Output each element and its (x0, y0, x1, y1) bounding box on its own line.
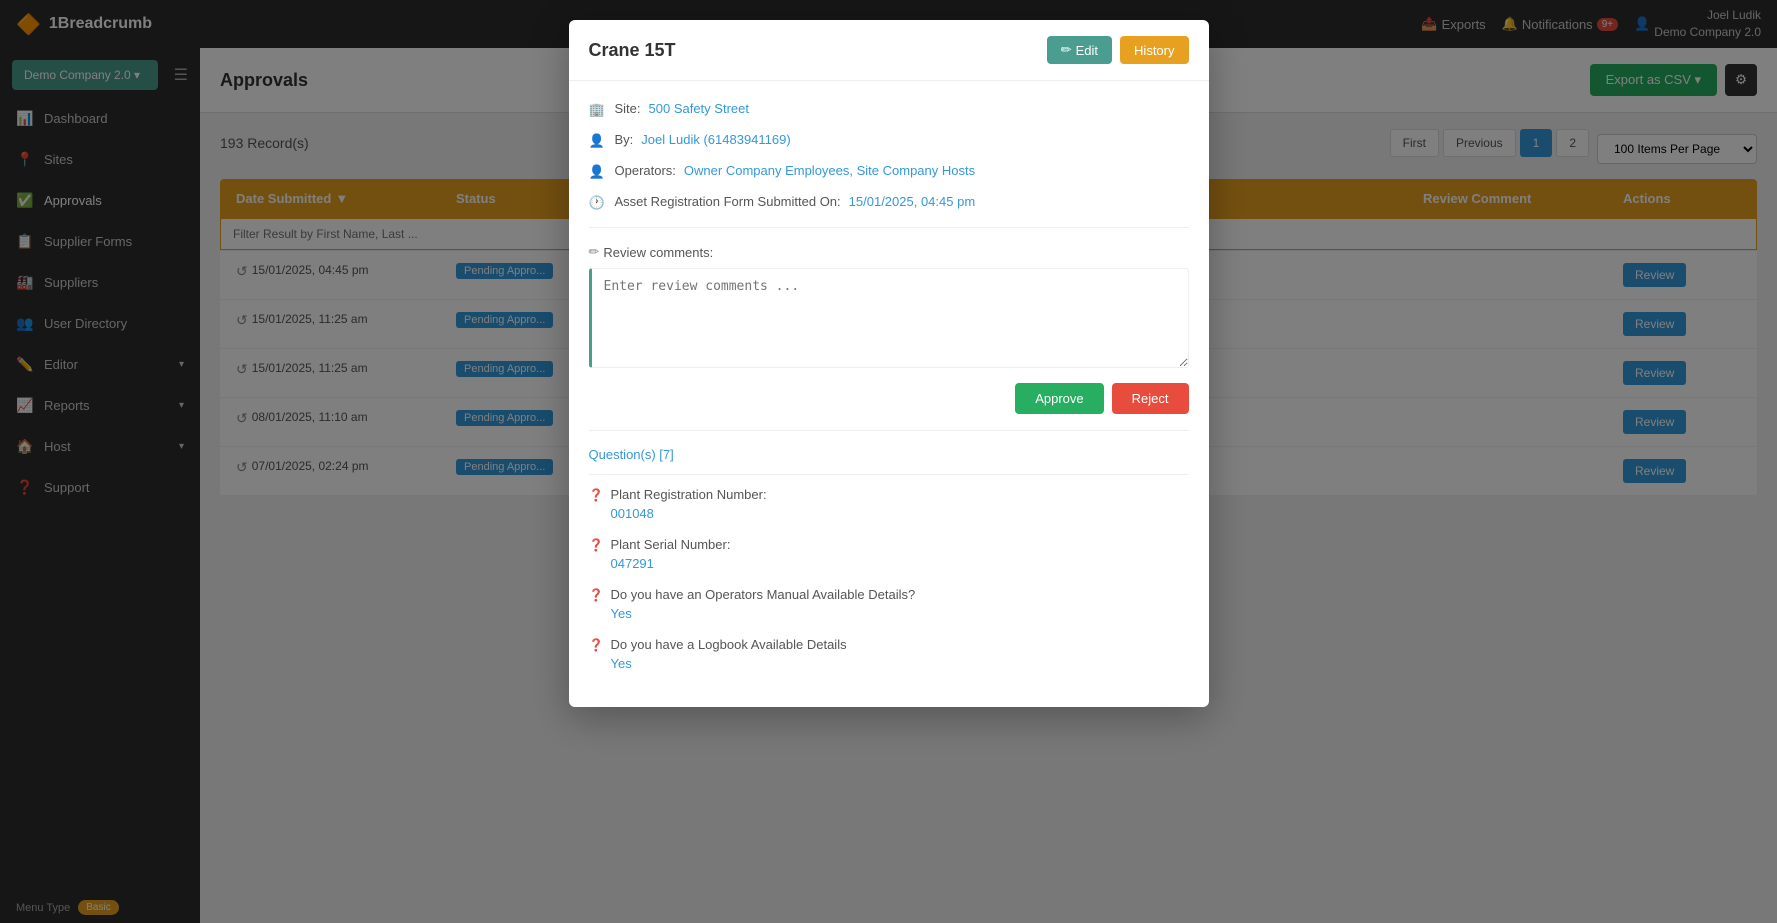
operators-link[interactable]: Owner Company Employees, Site Company Ho… (684, 163, 975, 178)
reject-button[interactable]: Reject (1112, 383, 1189, 414)
modal-title: Crane 15T (589, 40, 676, 61)
question-text: Do you have a Logbook Available Details (611, 637, 847, 652)
edit-label: Edit (1076, 43, 1098, 58)
review-comments-textarea[interactable] (589, 268, 1189, 368)
qa-question: ❓ Plant Serial Number: (589, 537, 1189, 552)
qa-answer: Yes (589, 606, 1189, 621)
qa-item-4: ❓ Do you have a Logbook Available Detail… (589, 637, 1189, 671)
qa-item-1: ❓ Plant Registration Number: 001048 (589, 487, 1189, 521)
approval-modal: Crane 15T ✏ Edit History 🏢 Site: 500 Saf… (569, 20, 1209, 707)
user-name-link: Joel Ludik (641, 132, 700, 147)
modal-actions: ✏ Edit History (1047, 36, 1189, 64)
qa-answer: 001048 (589, 506, 1189, 521)
question-text: Plant Registration Number: (611, 487, 767, 502)
pencil-icon: ✏ (1061, 42, 1072, 58)
operators-info-row: 👤 Operators: Owner Company Employees, Si… (589, 163, 1189, 180)
modal-body: 🏢 Site: 500 Safety Street 👤 By: Joel Lud… (569, 81, 1209, 707)
review-comments-label: ✏ Review comments: (589, 244, 1189, 260)
form-date-link[interactable]: 15/01/2025, 04:45 pm (849, 194, 976, 209)
question-icon: ❓ (589, 588, 605, 602)
qa-question: ❓ Do you have a Logbook Available Detail… (589, 637, 1189, 652)
operators-label: Operators: (615, 163, 676, 178)
by-label: By: (615, 132, 634, 147)
by-info-row: 👤 By: Joel Ludik (61483941169) (589, 132, 1189, 149)
edit-button[interactable]: ✏ Edit (1047, 36, 1112, 64)
question-icon: ❓ (589, 638, 605, 652)
pencil-icon: ✏ (589, 244, 600, 260)
question-icon: ❓ (589, 538, 605, 552)
questions-section: Question(s) [7] (589, 447, 1189, 462)
user-link[interactable]: Joel Ludik (61483941169) (641, 132, 790, 147)
site-info-row: 🏢 Site: 500 Safety Street (589, 101, 1189, 118)
site-label: Site: (615, 101, 641, 116)
section-divider-2 (589, 430, 1189, 431)
qa-question: ❓ Plant Registration Number: (589, 487, 1189, 502)
question-icon: ❓ (589, 488, 605, 502)
modal-header: Crane 15T ✏ Edit History (569, 20, 1209, 81)
qa-question: ❓ Do you have an Operators Manual Availa… (589, 587, 1189, 602)
qa-item-3: ❓ Do you have an Operators Manual Availa… (589, 587, 1189, 621)
section-divider (589, 227, 1189, 228)
building-icon: 🏢 (589, 102, 607, 118)
operators-icon: 👤 (589, 164, 607, 180)
qa-answer: Yes (589, 656, 1189, 671)
questions-toggle[interactable]: Question(s) [7] (589, 447, 674, 462)
qa-divider (589, 474, 1189, 475)
question-text: Plant Serial Number: (611, 537, 731, 552)
qa-answer: 047291 (589, 556, 1189, 571)
form-label: Asset Registration Form Submitted On: (615, 194, 841, 209)
form-info-row: 🕐 Asset Registration Form Submitted On: … (589, 194, 1189, 211)
history-button[interactable]: History (1120, 36, 1188, 64)
person-icon: 👤 (589, 133, 607, 149)
site-link[interactable]: 500 Safety Street (649, 101, 749, 116)
question-text: Do you have an Operators Manual Availabl… (611, 587, 916, 602)
qa-item-2: ❓ Plant Serial Number: 047291 (589, 537, 1189, 571)
clock-icon: 🕐 (589, 195, 607, 211)
user-phone: (61483941169) (703, 132, 790, 147)
modal-overlay[interactable]: Crane 15T ✏ Edit History 🏢 Site: 500 Saf… (0, 0, 1777, 923)
action-buttons: Approve Reject (589, 383, 1189, 414)
approve-button[interactable]: Approve (1015, 383, 1103, 414)
